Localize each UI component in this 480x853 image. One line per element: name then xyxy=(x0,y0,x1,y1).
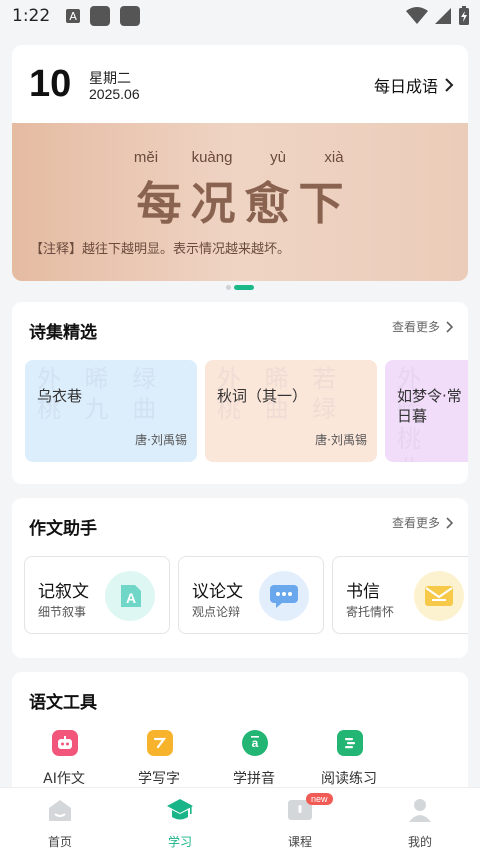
tool-label: 阅读练习 xyxy=(321,771,377,787)
poem-card[interactable]: 外 晞 若桃 曲 绿 秋词（其一） 唐·刘禹锡 xyxy=(205,360,377,462)
nav-label: 课程 xyxy=(287,835,312,849)
more-label: 查看更多 xyxy=(391,320,440,334)
idiom-char: 下 xyxy=(298,177,344,230)
poem-card[interactable]: 外 晞 绿桃 九 曲 乌衣巷 唐·刘禹锡 xyxy=(25,360,197,462)
chevron-right-icon xyxy=(446,516,454,529)
poem-title: 如梦令·常 日暮 xyxy=(397,387,462,425)
pinyin-icon: a xyxy=(242,730,268,756)
poem-title: 秋词（其一） xyxy=(217,387,308,405)
nav-item-study[interactable]: 学习 xyxy=(120,788,240,853)
essay-type-narrative[interactable]: 记叙文 细节叙事 A xyxy=(24,556,170,634)
graduation-cap-icon xyxy=(167,799,193,820)
svg-text:A: A xyxy=(126,590,136,606)
book-icon xyxy=(337,730,363,756)
notification-icon xyxy=(120,6,141,26)
nav-label: 首页 xyxy=(47,835,72,849)
section-title: 语文工具 xyxy=(29,693,97,713)
essay-type-desc: 寄托情怀 xyxy=(346,605,395,619)
more-label: 查看更多 xyxy=(391,516,440,530)
document-a-icon: A xyxy=(105,571,155,621)
idiom-note: 【注释】越往下越明显。表示情况越来越坏。 xyxy=(30,242,291,257)
poems-section: 诗集精选 查看更多 外 晞 绿桃 九 曲 乌衣巷 唐·刘禹锡 外 晞 若桃 曲 … xyxy=(12,302,468,484)
signal-icon xyxy=(435,8,451,24)
svg-text:a: a xyxy=(252,736,259,750)
carousel-dot xyxy=(226,285,231,290)
chat-bubble-icon xyxy=(259,571,309,621)
nav-item-profile[interactable]: 我的 xyxy=(360,788,480,853)
robot-icon xyxy=(52,730,78,756)
nav-item-home[interactable]: 首页 xyxy=(0,788,120,853)
nav-label: 学习 xyxy=(167,835,192,849)
date-row: 10 星期二 2025.06 每日成语 xyxy=(12,45,468,123)
section-title: 诗集精选 xyxy=(29,323,97,343)
wifi-icon xyxy=(406,7,428,24)
home-icon xyxy=(49,800,71,821)
section-title: 作文助手 xyxy=(29,519,97,539)
tools-section: 语文工具 AI作文 学写字 a 学拼音 阅读练习 xyxy=(12,672,468,802)
pinyin-syllable: yù xyxy=(270,149,286,166)
poem-author: 唐·刘禹锡 xyxy=(135,433,187,447)
envelope-icon xyxy=(414,571,464,621)
idiom-characters: 每 况 愈 下 xyxy=(12,167,468,232)
essay-type-name: 议论文 xyxy=(192,582,243,602)
carousel-dot-active xyxy=(234,285,254,290)
idiom-char: 愈 xyxy=(244,177,290,230)
tool-label: 学拼音 xyxy=(233,771,275,787)
pen-icon xyxy=(147,730,173,756)
carousel-indicator xyxy=(0,285,480,291)
idiom-char: 况 xyxy=(190,177,236,230)
status-right xyxy=(406,6,470,26)
poems-more-link[interactable]: 查看更多 xyxy=(392,318,454,335)
poem-author: 唐·刘禹锡 xyxy=(315,433,367,447)
essay-type-desc: 细节叙事 xyxy=(38,605,87,619)
essay-section: 作文助手 查看更多 记叙文 细节叙事 A 议论文 观点论辩 书信 寄托情怀 xyxy=(12,498,468,658)
idiom-banner[interactable]: měi kuàng yù xià 每 况 愈 下 【注释】越往下越明显。表示情况… xyxy=(12,123,468,281)
essay-type-desc: 观点论辩 xyxy=(192,605,241,619)
essay-type-argumentative[interactable]: 议论文 观点论辩 xyxy=(178,556,324,634)
essay-type-letter[interactable]: 书信 寄托情怀 xyxy=(332,556,468,634)
daily-idiom-link[interactable]: 每日成语 xyxy=(374,73,454,97)
essay-type-name: 记叙文 xyxy=(38,582,89,602)
poem-title: 乌衣巷 xyxy=(37,387,83,405)
pinyin-syllable: xià xyxy=(324,149,344,166)
poem-card[interactable]: 外 晞桃 曲 如梦令·常 日暮 xyxy=(385,360,468,462)
notification-icon xyxy=(90,6,111,26)
pinyin-syllable: kuàng xyxy=(191,149,233,166)
status-time: 1:22 xyxy=(12,6,51,26)
date-day: 10 xyxy=(29,63,72,105)
tool-label: 学写字 xyxy=(138,771,180,787)
nav-item-course[interactable]: new 课程 xyxy=(240,788,360,853)
new-badge: new xyxy=(306,793,333,805)
profile-icon xyxy=(409,799,431,822)
chevron-right-icon xyxy=(446,320,454,333)
idiom-char: 每 xyxy=(136,177,182,230)
date-year-month: 2025.06 xyxy=(89,86,140,102)
daily-idiom-label: 每日成语 xyxy=(373,77,438,96)
chevron-right-icon xyxy=(445,78,454,92)
battery-icon xyxy=(459,6,469,25)
pinyin-syllable: měi xyxy=(133,149,159,166)
idiom-pinyin: měi kuàng yù xià xyxy=(12,149,468,166)
essay-more-link[interactable]: 查看更多 xyxy=(392,514,454,531)
tool-label: AI作文 xyxy=(43,771,85,787)
daily-idiom-card[interactable]: 10 星期二 2025.06 每日成语 měi kuàng yù xià 每 况… xyxy=(12,45,468,281)
status-bar: 1:22 A xyxy=(0,0,480,32)
bottom-navigation: 首页 学习 new 课程 我的 xyxy=(0,787,480,853)
essay-type-name: 书信 xyxy=(346,582,380,602)
date-weekday: 星期二 xyxy=(89,71,131,87)
app-notification-icon: A xyxy=(66,9,81,23)
nav-label: 我的 xyxy=(407,835,432,849)
